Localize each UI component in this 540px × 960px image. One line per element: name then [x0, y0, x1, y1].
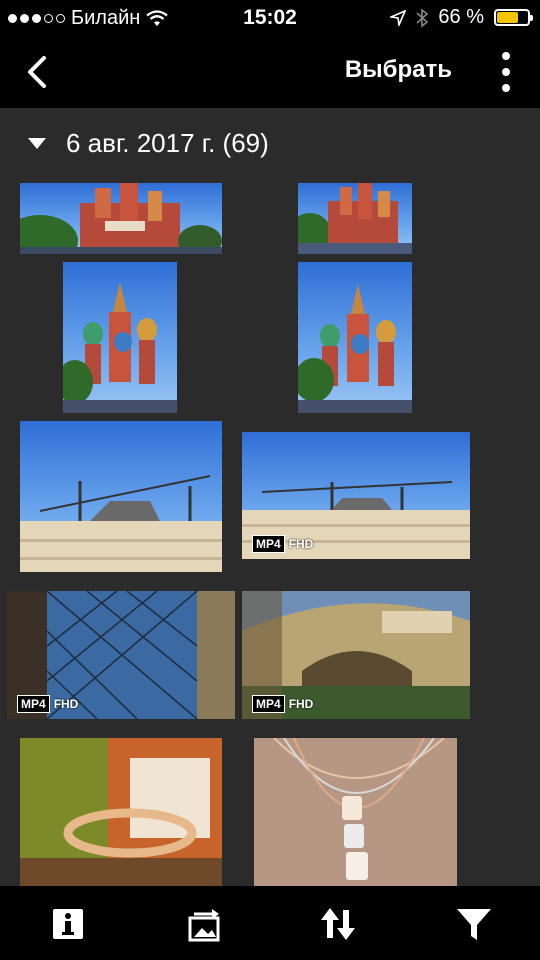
- nav-header: Выбрать: [0, 36, 540, 108]
- bottom-toolbar: [0, 886, 540, 960]
- video-badge: MP4 FHD: [17, 695, 78, 713]
- fhd-label: FHD: [53, 697, 79, 711]
- mp4-label: MP4: [252, 695, 285, 713]
- fhd-label: FHD: [288, 697, 314, 711]
- filter-icon[interactable]: [454, 904, 494, 944]
- mp4-label: MP4: [17, 695, 50, 713]
- fhd-label: FHD: [288, 537, 314, 551]
- photo-thumbnail[interactable]: [20, 738, 222, 886]
- battery-percent: 66 %: [438, 6, 484, 28]
- photo-thumbnail[interactable]: [298, 262, 412, 413]
- slideshow-icon[interactable]: [184, 904, 224, 944]
- bluetooth-icon: [416, 7, 429, 28]
- mp4-label: MP4: [252, 535, 285, 553]
- photo-thumbnail[interactable]: [63, 262, 177, 413]
- date-section-header[interactable]: 6 авг. 2017 г. (69): [28, 128, 269, 159]
- select-button[interactable]: Выбрать: [345, 56, 452, 84]
- status-bar: Билайн 15:02 66 %: [0, 0, 540, 36]
- sort-icon[interactable]: [318, 904, 358, 944]
- section-title: 6 авг. 2017 г. (69): [66, 128, 269, 158]
- photo-thumbnail[interactable]: [254, 738, 457, 886]
- status-right: 66 %: [390, 6, 533, 29]
- photo-thumbnail[interactable]: MP4 FHD: [242, 432, 470, 559]
- info-icon[interactable]: [48, 904, 88, 944]
- photo-thumbnail[interactable]: [298, 183, 412, 254]
- photo-thumbnail[interactable]: MP4 FHD: [7, 591, 235, 719]
- video-badge: MP4 FHD: [252, 535, 313, 553]
- collapse-triangle-icon[interactable]: [28, 138, 46, 149]
- battery-icon: [494, 9, 533, 26]
- more-vertical-icon[interactable]: [500, 52, 512, 92]
- location-icon: [390, 9, 407, 26]
- photo-thumbnail[interactable]: [20, 183, 222, 254]
- chevron-left-icon[interactable]: [18, 52, 58, 92]
- photo-thumbnail[interactable]: MP4 FHD: [242, 591, 470, 719]
- video-badge: MP4 FHD: [252, 695, 313, 713]
- photo-thumbnail[interactable]: [20, 421, 222, 572]
